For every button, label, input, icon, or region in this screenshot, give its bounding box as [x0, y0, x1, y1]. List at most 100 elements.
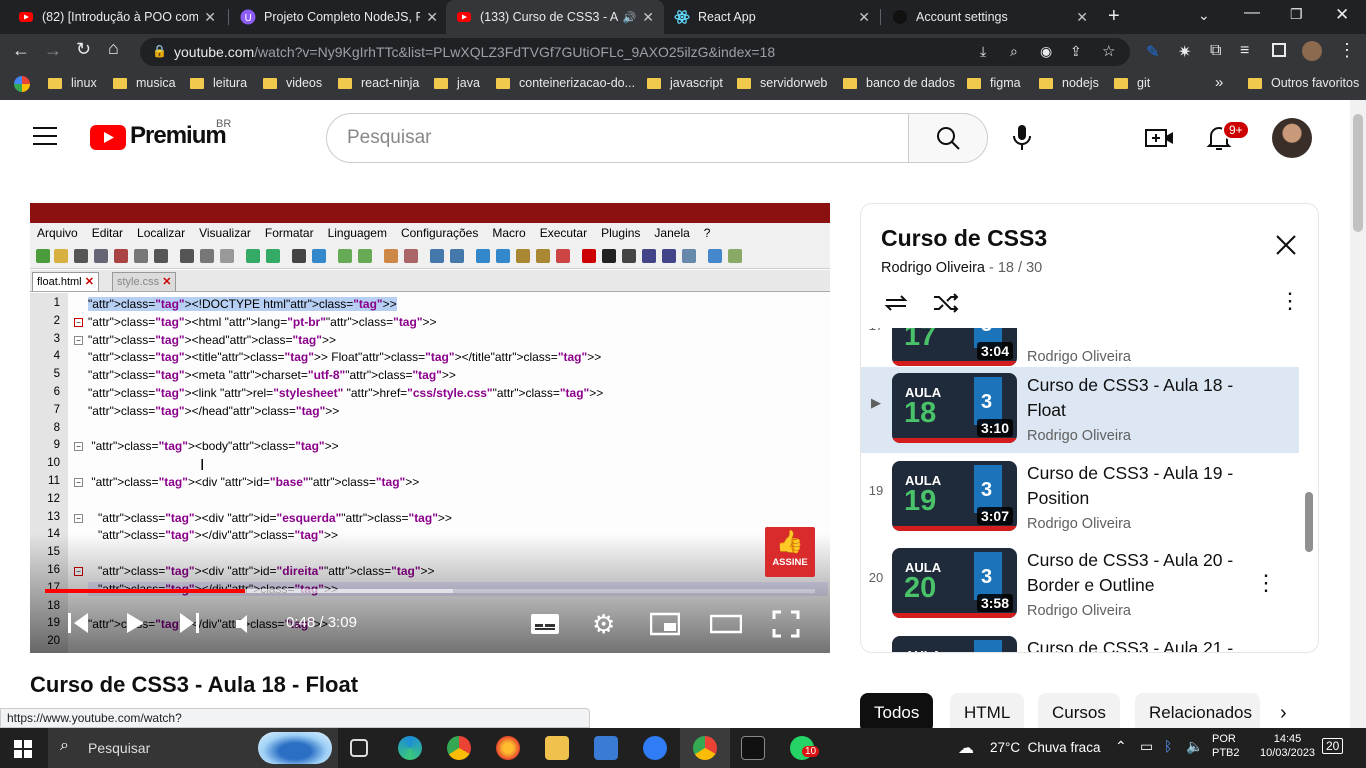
bookmark-servidorweb[interactable]: servidorweb	[737, 76, 827, 90]
playlist-scrollbar-thumb[interactable]	[1305, 492, 1313, 552]
home-icon[interactable]: ⌂	[108, 38, 119, 59]
minimize-icon[interactable]: —	[1244, 4, 1260, 22]
new-tab-button[interactable]: +	[1108, 5, 1120, 28]
miniplayer-button[interactable]	[649, 612, 681, 641]
bookmark-conteinerizacao[interactable]: conteinerizacao-do...	[496, 76, 635, 90]
playlist-item-title[interactable]: Curso de CSS3 - Aula 20 - Border e Outli…	[1027, 548, 1267, 598]
settings-gear-icon[interactable]: ⚙	[592, 609, 615, 640]
firefox-icon[interactable]	[496, 736, 520, 760]
audio-playing-icon[interactable]: 🔊	[623, 11, 637, 24]
chrome-menu-icon[interactable]: ⋮	[1338, 40, 1356, 61]
install-icon[interactable]: ⤓	[980, 43, 986, 60]
video-thumbnail[interactable]: AULA21	[892, 636, 1017, 652]
video-thumbnail[interactable]: AULA183:10	[892, 373, 1017, 443]
network-icon[interactable]: ▭	[1140, 738, 1153, 755]
bookmark-star-icon[interactable]: ☆	[1102, 42, 1115, 60]
close-window-icon[interactable]: ✕	[1335, 5, 1349, 25]
voice-search-icon[interactable]	[1010, 122, 1034, 157]
play-button[interactable]	[124, 611, 146, 640]
item-more-icon[interactable]: ⋮	[1255, 570, 1277, 596]
bookmark-figma[interactable]: figma	[967, 76, 1021, 90]
next-button[interactable]	[176, 611, 202, 640]
close-tab-icon[interactable]: ✕	[426, 9, 438, 26]
side-panel-icon[interactable]	[1272, 43, 1286, 57]
playlist-item[interactable]: 19 AULA193:07Curso de CSS3 - Aula 19 - Po…	[861, 455, 1299, 541]
account-avatar[interactable]	[1272, 118, 1312, 158]
extension-bug-icon[interactable]: ✷	[1178, 42, 1191, 62]
mute-button[interactable]	[234, 613, 258, 640]
close-tab-icon[interactable]: ✕	[858, 9, 870, 26]
speaker-icon[interactable]: 🔈	[1186, 738, 1203, 755]
forward-icon[interactable]: →	[44, 40, 62, 61]
terminal-icon[interactable]	[741, 736, 765, 760]
zoom-icon[interactable]: ⌕	[1010, 43, 1018, 60]
page-scrollbar-thumb[interactable]	[1353, 114, 1363, 232]
page-scrollbar[interactable]	[1350, 100, 1366, 728]
bookmarks-overflow-button[interactable]: »	[1215, 74, 1223, 91]
playlist-title[interactable]: Curso de CSS3	[881, 225, 1047, 252]
edge-icon[interactable]	[398, 736, 422, 760]
back-icon[interactable]: ←	[12, 40, 30, 61]
chips-next-icon[interactable]: ›	[1280, 702, 1287, 725]
close-tab-icon[interactable]: ✕	[1076, 9, 1088, 26]
bookmark-git[interactable]: git	[1114, 76, 1150, 90]
taskbar-search-input[interactable]: ⌕ Pesquisar	[48, 728, 338, 768]
tab-curso-css3[interactable]: (133) Curso de CSS3 - Au 🔊 ✕	[446, 0, 664, 34]
task-view-icon[interactable]	[350, 739, 368, 757]
chrome-icon[interactable]	[447, 736, 471, 760]
tray-chevron-icon[interactable]: ⌃	[1115, 738, 1127, 755]
shuffle-icon[interactable]	[931, 290, 961, 321]
bookmark-nodejs[interactable]: nodejs	[1039, 76, 1099, 90]
taskbar-active-app[interactable]	[680, 728, 730, 768]
video-thumbnail[interactable]: AULA193:07	[892, 461, 1017, 531]
notifications-center[interactable]: 20	[1322, 738, 1344, 754]
playlist-item-channel[interactable]: Rodrigo Oliveira	[1027, 516, 1131, 532]
loop-playlist-icon[interactable]	[881, 290, 911, 321]
weather-text[interactable]: 27°C Chuva fraca	[990, 740, 1100, 755]
playlist-item[interactable]: 21AULA21Curso de CSS3 - Aula 21 -	[861, 630, 1299, 652]
bookmark-banco-de-dados[interactable]: banco de dados	[843, 76, 955, 90]
create-video-icon[interactable]	[1145, 126, 1175, 155]
tracking-icon[interactable]: ◉	[1040, 43, 1052, 60]
bookmark-react-ninja[interactable]: react-ninja	[338, 76, 419, 90]
input-language[interactable]: POR PTB2	[1212, 732, 1240, 760]
playlist-item-title[interactable]: Curso de CSS3 - Aula 18 - Float	[1027, 373, 1267, 423]
restore-icon[interactable]: ❐	[1290, 6, 1303, 23]
progress-bar[interactable]	[45, 589, 815, 593]
chip-html[interactable]: HTML	[950, 693, 1025, 733]
windows-start-icon[interactable]	[14, 740, 32, 761]
video-player[interactable]: Arquivo Editar Localizar Visualizar Form…	[30, 203, 830, 653]
subtitles-button[interactable]	[530, 612, 560, 641]
close-playlist-icon[interactable]	[1275, 234, 1297, 261]
google-icon[interactable]	[14, 76, 30, 92]
playlist-item-channel[interactable]: Rodrigo Oliveira	[1027, 428, 1131, 444]
security-shield-icon[interactable]	[643, 736, 667, 760]
tab-projeto-nodejs[interactable]: U Projeto Completo NodeJS, Re ✕	[230, 0, 448, 34]
clock[interactable]: 14:45 10/03/2023	[1260, 732, 1315, 760]
close-tab-icon[interactable]: ✕	[642, 9, 654, 26]
video-thumbnail[interactable]: AULA173:04	[892, 328, 1017, 366]
tab-react-app[interactable]: React App ✕	[664, 0, 880, 34]
bookmark-javascript[interactable]: javascript	[647, 76, 723, 90]
playlist-item-channel[interactable]: Rodrigo Oliveira	[1027, 349, 1131, 365]
bookmark-musica[interactable]: musica	[113, 76, 176, 90]
bookmark-java[interactable]: java	[434, 76, 480, 90]
bluetooth-icon[interactable]: ᛒ	[1164, 738, 1172, 754]
subscribe-watermark[interactable]: 👍 ASSINE	[765, 527, 815, 577]
hamburger-menu-icon[interactable]	[33, 127, 57, 145]
previous-button[interactable]	[66, 611, 92, 640]
profile-avatar-icon[interactable]	[1302, 41, 1322, 61]
address-bar[interactable]: 🔒 youtube.com/watch?v=Ny9KgIrhTTc&list=P…	[140, 38, 1130, 66]
close-tab-icon[interactable]: ✕	[204, 9, 216, 26]
weather-cloud-icon[interactable]: ☁	[958, 738, 974, 758]
playlist-item[interactable]: ▶ AULA183:10Curso de CSS3 - Aula 18 - Flo…	[861, 367, 1299, 453]
fullscreen-button[interactable]	[772, 610, 800, 643]
photos-icon[interactable]	[594, 736, 618, 760]
search-button[interactable]	[908, 113, 988, 163]
file-explorer-icon[interactable]	[545, 736, 569, 760]
playlist-more-icon[interactable]: ⋮	[1279, 288, 1301, 314]
media-control-icon[interactable]: ≡	[1240, 42, 1249, 60]
bookmark-linux[interactable]: linux	[48, 76, 97, 90]
tab-introducao-poo[interactable]: (82) [Introdução à POO com ✕	[8, 0, 226, 34]
tab-account-settings[interactable]: Account settings ✕	[882, 0, 1098, 34]
